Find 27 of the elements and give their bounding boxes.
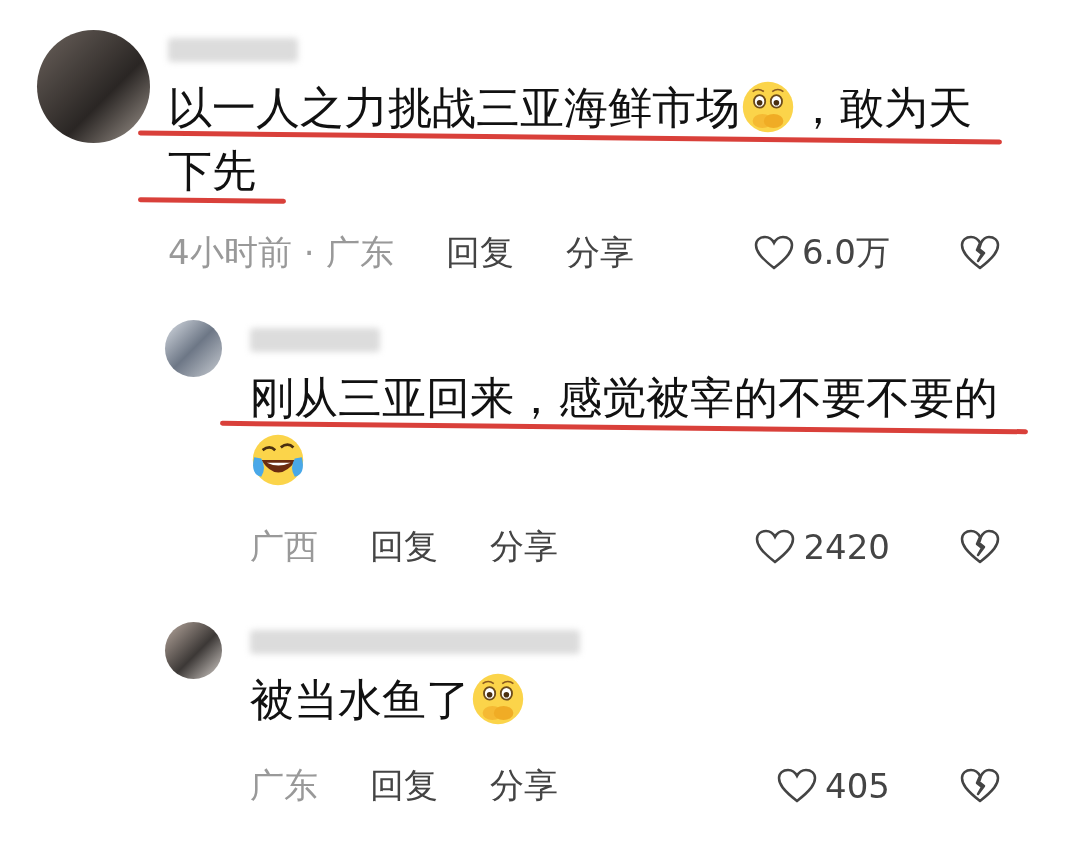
reply-button[interactable]: 回复 [370,763,438,809]
share-button[interactable]: 分享 [490,763,558,809]
like-button[interactable]: 405 [777,766,890,806]
laughing-crying-emoji-icon [250,432,306,488]
avatar[interactable] [165,622,222,679]
separator-dot: · [303,233,315,273]
shy-emoji-icon [470,671,526,727]
like-button[interactable]: 2420 [755,527,890,567]
location-label: 广西 [250,525,318,568]
broken-heart-icon[interactable] [960,768,1000,804]
shy-emoji-icon [740,79,796,135]
heart-icon [777,768,818,804]
comment-text: 刚从三亚回来，感觉被宰的不要不要的 [250,366,1010,492]
broken-heart-icon[interactable] [960,529,1000,565]
comment-text: 以一人之力挑战三亚海鲜市场 ，敢为天下先 [168,76,998,202]
location-label: 广东 [250,764,318,807]
reply-button[interactable]: 回复 [446,230,515,276]
share-button[interactable]: 分享 [490,524,558,570]
heart-icon [753,235,794,271]
share-button[interactable]: 分享 [566,230,635,276]
timestamp: 4小时前 [168,231,292,274]
location-label: 广东 [326,231,395,274]
like-button[interactable]: 6.0万 [753,230,890,276]
broken-heart-icon[interactable] [960,235,1000,271]
reply-button[interactable]: 回复 [370,524,438,570]
comment-text: 被当水鱼了 [250,668,1010,731]
heart-icon [755,529,796,565]
